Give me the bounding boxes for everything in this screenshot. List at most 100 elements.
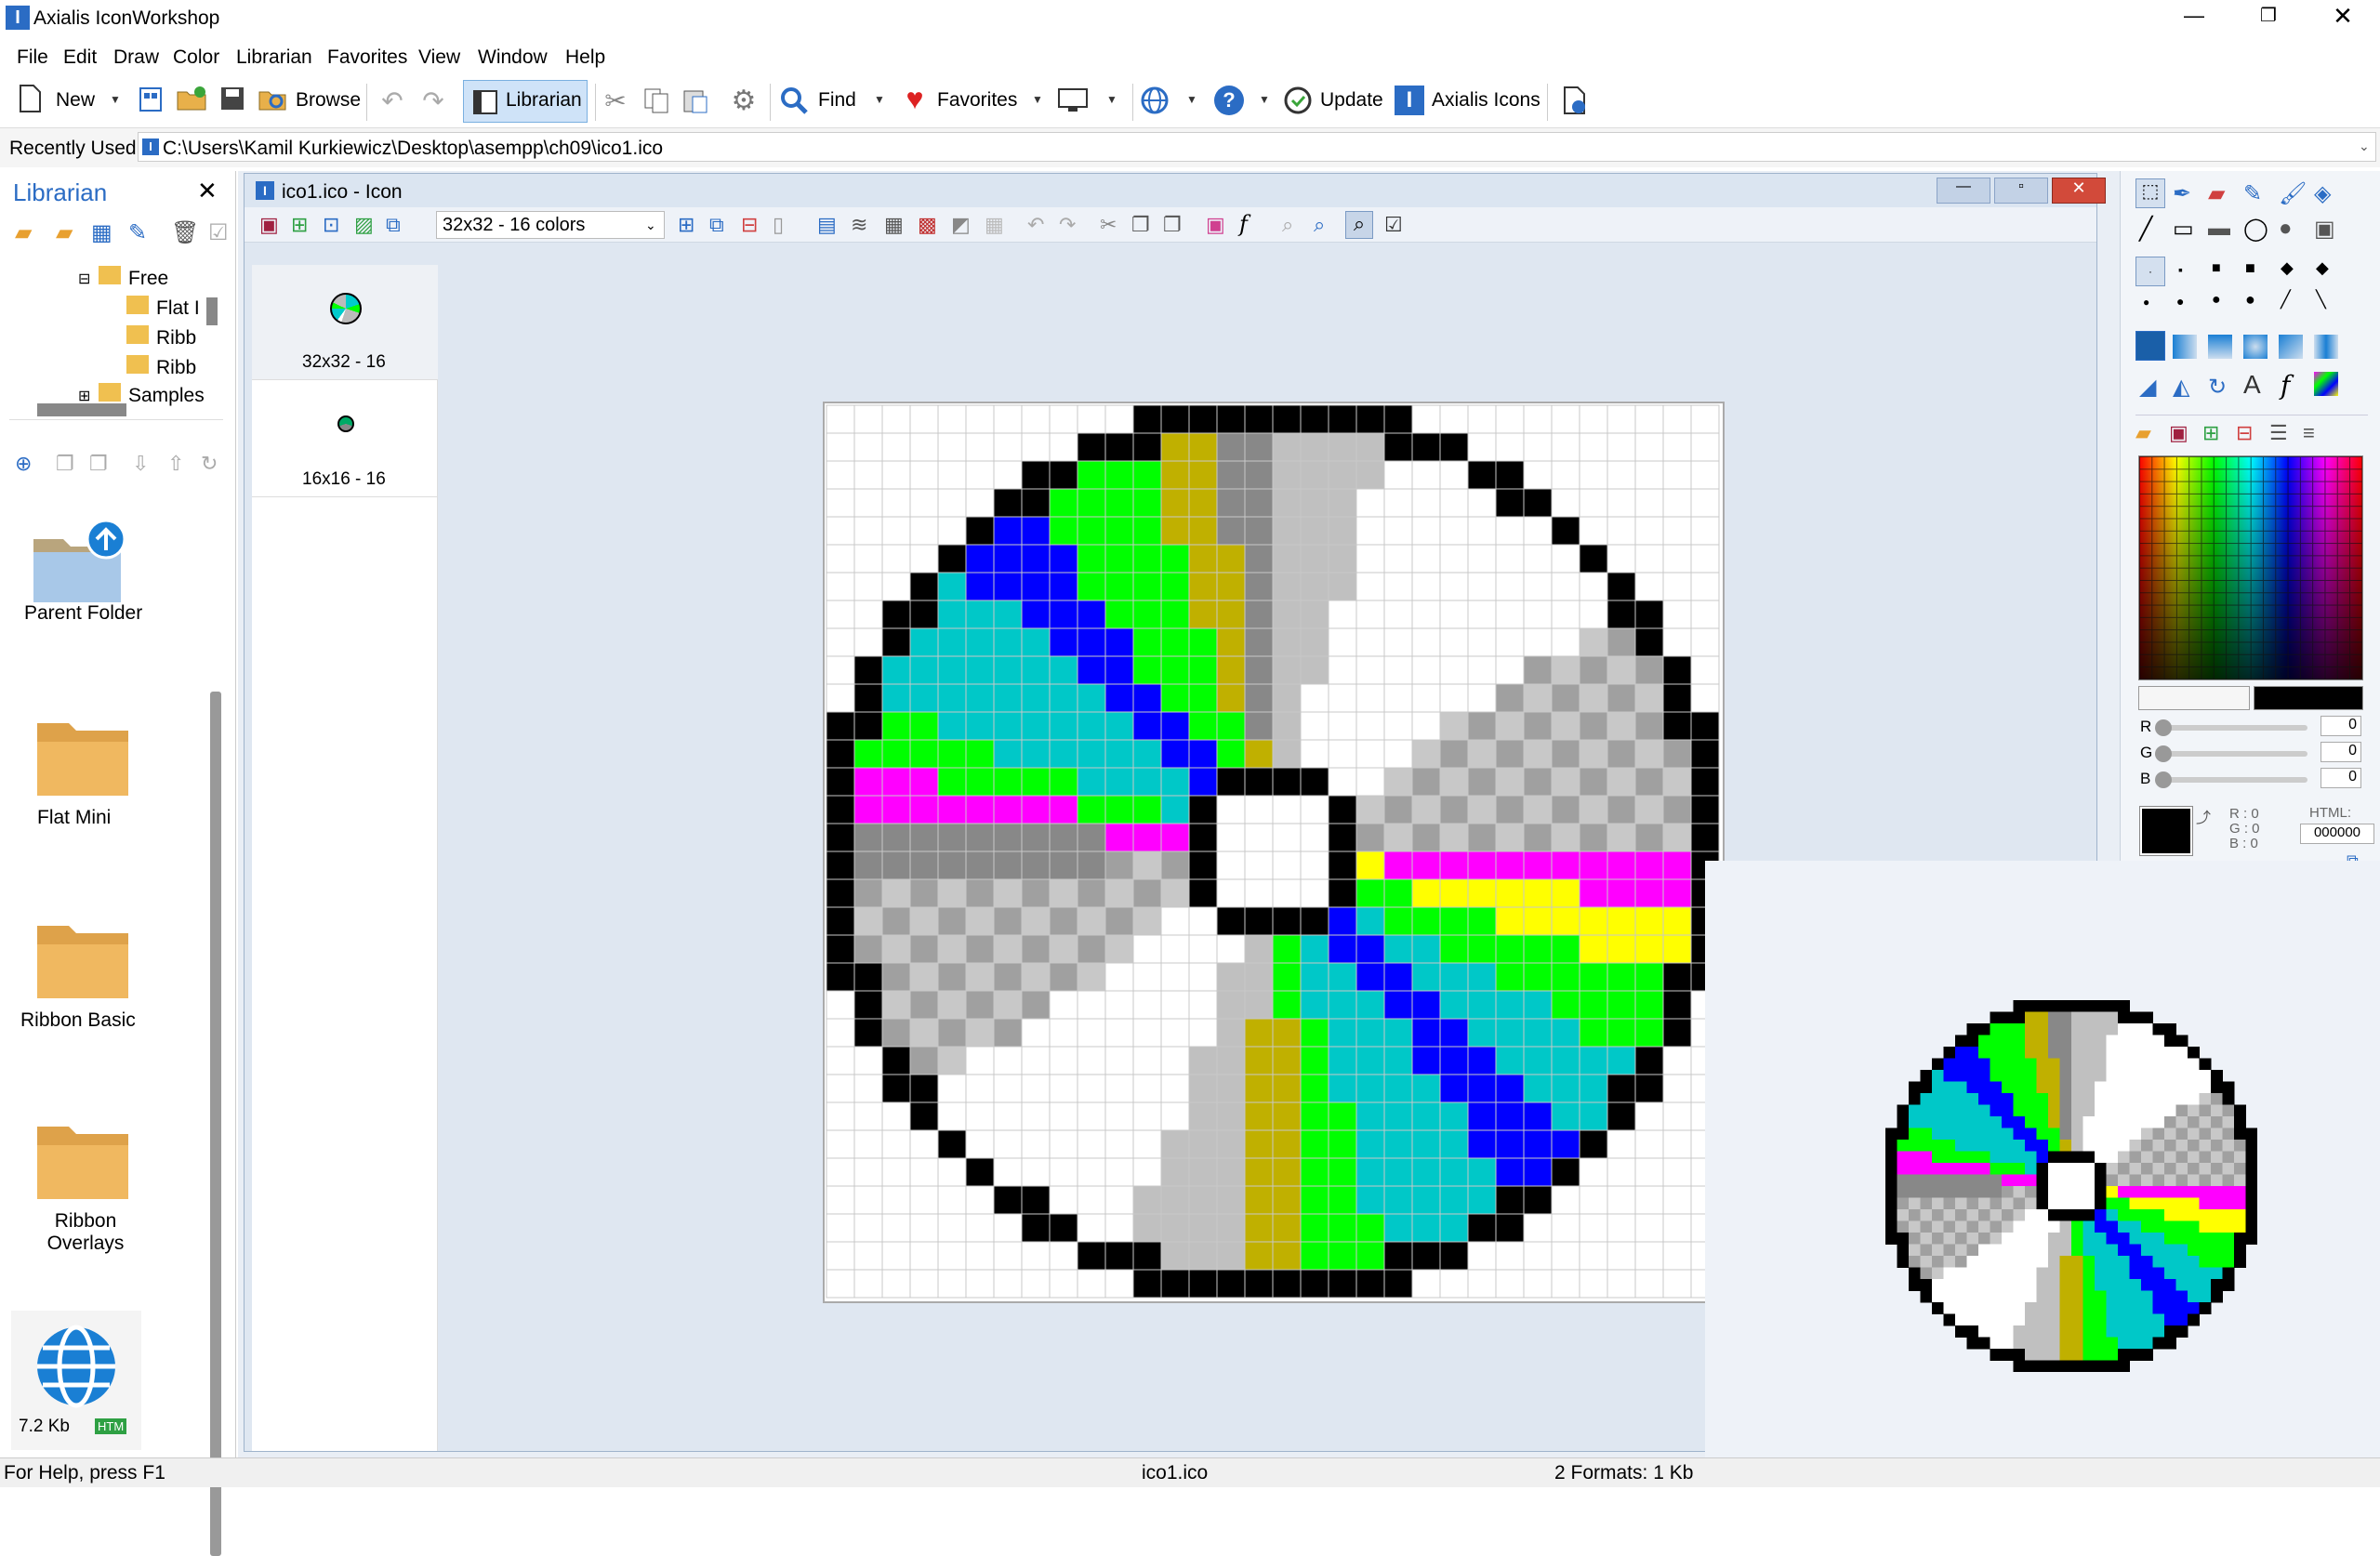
pixel[interactable] — [1690, 711, 1720, 741]
g-value-box[interactable]: 0 — [2320, 742, 2361, 762]
pixel[interactable] — [881, 600, 911, 629]
pixel[interactable] — [1160, 962, 1190, 992]
icon-window-maximize[interactable]: ▫ — [1994, 178, 2048, 204]
pixel[interactable] — [1021, 1018, 1051, 1048]
pixel[interactable] — [1077, 627, 1106, 657]
swap-colors-icon[interactable]: ⤴ — [2196, 805, 2211, 827]
pixel[interactable] — [1328, 1129, 1357, 1159]
pixel[interactable] — [1300, 906, 1329, 936]
pixel[interactable] — [1328, 683, 1357, 713]
pixel[interactable] — [1439, 767, 1469, 797]
pixel[interactable] — [1579, 627, 1608, 657]
pixel[interactable] — [1244, 1129, 1274, 1159]
restore-button[interactable]: ❐ — [2250, 4, 2287, 33]
pixel[interactable] — [1579, 488, 1608, 518]
pixel[interactable] — [1634, 516, 1664, 546]
pixel[interactable] — [1104, 1157, 1134, 1187]
pixel[interactable] — [1328, 600, 1357, 629]
pixel[interactable] — [1383, 460, 1413, 490]
pixel[interactable] — [993, 1018, 1023, 1048]
pixel[interactable] — [1467, 739, 1497, 769]
pixel[interactable] — [1662, 1157, 1692, 1187]
pixel[interactable] — [1188, 739, 1218, 769]
pixel[interactable] — [1690, 544, 1720, 574]
pixel[interactable] — [1606, 404, 1636, 434]
pixel[interactable] — [1439, 404, 1469, 434]
pixel[interactable] — [1495, 1213, 1525, 1243]
flat-mini-item[interactable]: Flat Mini — [11, 714, 151, 844]
check-icon[interactable]: ☑ — [208, 219, 229, 246]
pixel[interactable] — [1104, 460, 1134, 490]
pixel[interactable] — [1077, 990, 1106, 1020]
pixel[interactable] — [1216, 655, 1246, 685]
find-button[interactable]: Find — [818, 89, 856, 112]
fill-mode-gradient-5[interactable] — [2314, 335, 2338, 359]
pixel[interactable] — [1077, 683, 1106, 713]
pixel[interactable] — [1383, 1074, 1413, 1103]
pixel[interactable] — [1551, 683, 1580, 713]
pixel[interactable] — [1077, 795, 1106, 824]
pixel[interactable] — [1495, 516, 1525, 546]
pixel[interactable] — [1244, 1046, 1274, 1075]
tree-hscrollbar-thumb[interactable] — [37, 403, 126, 416]
pixel[interactable] — [1104, 795, 1134, 824]
pixel[interactable] — [1355, 934, 1385, 964]
pixel[interactable] — [1300, 460, 1329, 490]
ribbon-basic-item[interactable]: Ribbon Basic — [11, 916, 151, 1047]
preview-toggle-icon[interactable]: ▤ — [817, 213, 837, 237]
pixel[interactable] — [1132, 1101, 1162, 1131]
pixel[interactable] — [1328, 516, 1357, 546]
pixel[interactable] — [1355, 851, 1385, 880]
icon-window-close[interactable]: ✕ — [2052, 178, 2106, 204]
browse-icon[interactable] — [257, 82, 290, 115]
librarian-new-icon[interactable] — [134, 82, 167, 115]
pixel[interactable] — [826, 1018, 855, 1048]
b-slider-handle[interactable] — [2155, 771, 2172, 788]
pixel[interactable] — [1383, 851, 1413, 880]
pixel[interactable] — [1272, 934, 1302, 964]
pixel[interactable] — [1523, 739, 1553, 769]
pixel[interactable] — [881, 1213, 911, 1243]
pixel[interactable] — [1551, 711, 1580, 741]
pixel[interactable] — [1300, 851, 1329, 880]
pixel[interactable] — [1216, 878, 1246, 908]
pixel[interactable] — [993, 1157, 1023, 1187]
pixel[interactable] — [1579, 795, 1608, 824]
brush-dot-3[interactable]: ● — [2212, 292, 2221, 309]
pixel[interactable] — [965, 795, 995, 824]
pixel[interactable] — [1049, 851, 1078, 880]
pixel[interactable] — [1021, 906, 1051, 936]
pixel[interactable] — [1272, 878, 1302, 908]
pixel[interactable] — [1634, 823, 1664, 852]
pixel[interactable] — [1300, 1129, 1329, 1159]
pixel[interactable] — [1021, 1157, 1051, 1187]
pixel[interactable] — [1021, 1101, 1051, 1131]
ellipse-outline-icon[interactable]: ◯ — [2243, 216, 2268, 243]
pixel[interactable] — [965, 739, 995, 769]
pixel[interactable] — [1355, 1185, 1385, 1215]
pixel[interactable] — [965, 823, 995, 852]
pixel[interactable] — [1104, 1101, 1134, 1131]
menu-window[interactable]: Window — [478, 46, 548, 69]
pixel[interactable] — [937, 572, 967, 601]
pixel[interactable] — [826, 488, 855, 518]
pixel[interactable] — [1132, 544, 1162, 574]
fill-mode-gradient-3[interactable] — [2243, 335, 2268, 359]
pixel[interactable] — [1579, 516, 1608, 546]
pixel[interactable] — [1328, 627, 1357, 657]
pixel[interactable] — [1132, 516, 1162, 546]
pixel[interactable] — [1606, 683, 1636, 713]
pixel[interactable] — [1467, 823, 1497, 852]
pixel[interactable] — [1188, 460, 1218, 490]
pixel[interactable] — [1495, 655, 1525, 685]
pixel[interactable] — [881, 572, 911, 601]
pixel[interactable] — [965, 683, 995, 713]
pixel[interactable] — [993, 851, 1023, 880]
pixel[interactable] — [853, 906, 883, 936]
pixel[interactable] — [1606, 1074, 1636, 1103]
pixel[interactable] — [1049, 516, 1078, 546]
pixel[interactable] — [993, 934, 1023, 964]
pixel[interactable] — [937, 1157, 967, 1187]
pixel[interactable] — [826, 767, 855, 797]
pixel[interactable] — [1216, 795, 1246, 824]
